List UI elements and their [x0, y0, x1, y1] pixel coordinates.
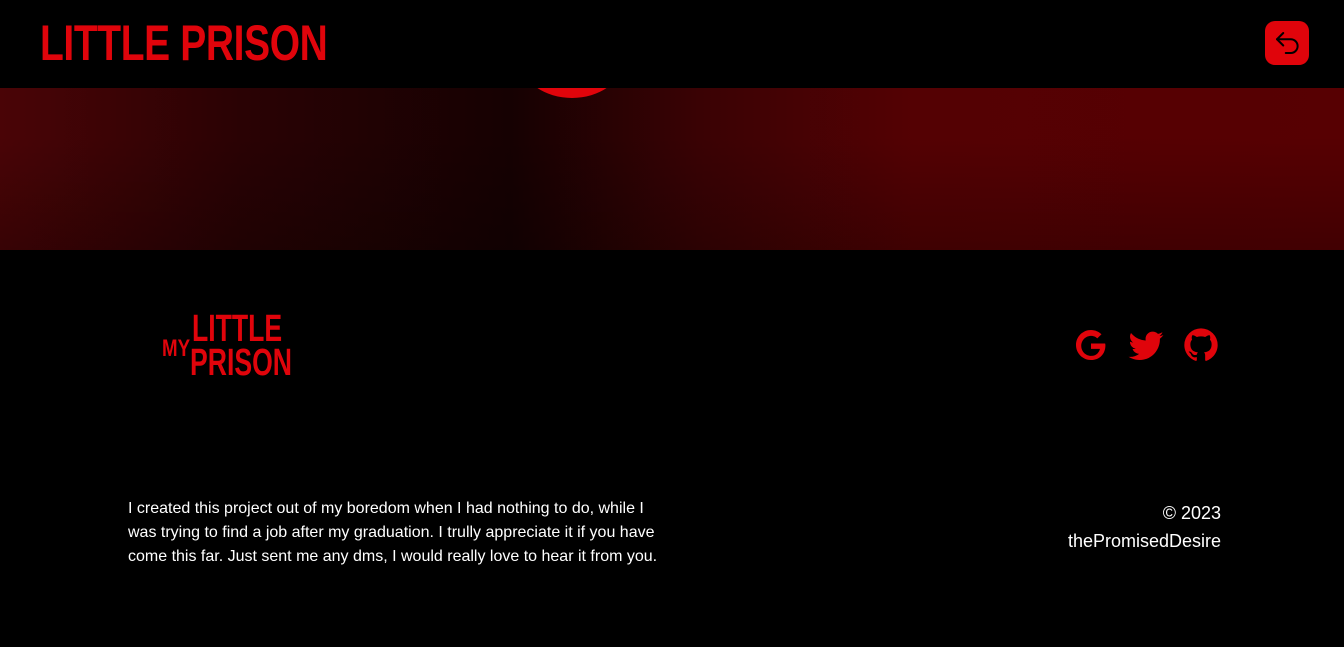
google-link[interactable] [1070, 324, 1112, 366]
copyright-year: © 2023 [1162, 503, 1221, 523]
undo-arrow-icon [1272, 28, 1302, 58]
github-icon [1181, 325, 1221, 365]
twitter-link[interactable] [1125, 324, 1167, 366]
google-icon [1071, 325, 1111, 365]
logo-word-my: MY [162, 335, 191, 362]
back-button[interactable] [1265, 21, 1309, 65]
copyright-author: thePromisedDesire [1067, 531, 1221, 551]
about-paragraph: I created this project out of my boredom… [128, 500, 658, 565]
hero-banner [0, 88, 1344, 250]
top-navbar: LITTLE PRISON [0, 0, 1344, 88]
footer-logo[interactable]: MY LITTLE PRISON [160, 310, 292, 384]
social-links [1070, 324, 1225, 366]
twitter-icon [1126, 325, 1166, 365]
hero-red-circle [522, 88, 622, 98]
footer: MY LITTLE PRISON I created this project … [0, 250, 1344, 647]
github-link[interactable] [1180, 324, 1222, 366]
copyright: © 2023 thePromisedDesire [961, 499, 1221, 555]
site-title[interactable]: LITTLE PRISON [40, 14, 328, 72]
logo-word-prison: PRISON [190, 342, 292, 384]
